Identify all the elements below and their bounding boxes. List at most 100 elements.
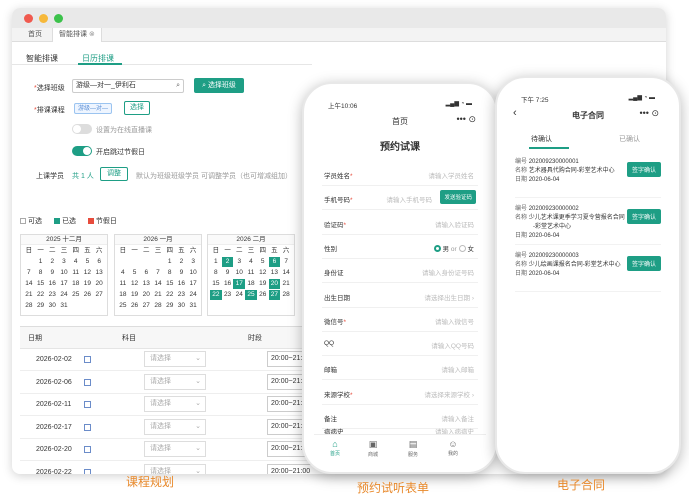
calendar-day[interactable]: 1 <box>164 257 176 267</box>
calendar-day[interactable]: 16 <box>176 279 188 289</box>
calendar-day[interactable]: 31 <box>187 301 199 311</box>
calendar-icon[interactable] <box>84 423 91 431</box>
calendar-day[interactable]: 18 <box>70 279 82 289</box>
calendar-day[interactable]: 8 <box>164 268 176 278</box>
maximize-window-button[interactable] <box>54 14 63 23</box>
calendar-day[interactable]: 20 <box>93 279 105 289</box>
subject-select[interactable]: 请选择 ⌄ <box>144 418 206 435</box>
calendar-day[interactable]: 31 <box>58 301 70 311</box>
calendar-day[interactable]: 25 <box>70 290 82 300</box>
calendar-day[interactable]: 10 <box>58 268 70 278</box>
calendar-day[interactable]: 17 <box>58 279 70 289</box>
calendar-day[interactable]: 12 <box>129 279 141 289</box>
calendar-icon[interactable] <box>84 401 91 408</box>
calendar-day[interactable]: 25 <box>245 290 257 300</box>
calendar-day[interactable]: 29 <box>35 301 47 311</box>
calendar-day[interactable]: 2 <box>46 257 58 267</box>
calendar-day[interactable]: 1 <box>210 257 222 267</box>
calendar-day[interactable]: 17 <box>187 279 199 289</box>
sign-confirm-button[interactable]: 签字确认 <box>626 209 661 224</box>
calendar-icon[interactable] <box>84 356 91 363</box>
calendar-day[interactable]: 16 <box>222 279 234 289</box>
sign-confirm-button[interactable]: 签字确认 <box>626 162 661 177</box>
tab-confirmed[interactable]: 已确认 <box>619 134 640 144</box>
class-input[interactable]: 游级—对一_伊利石 ⌕ <box>72 79 184 93</box>
calendar-day[interactable]: 20 <box>268 279 281 289</box>
calendar-day[interactable]: 23 <box>222 290 234 300</box>
subject-select[interactable]: 请选择 ⌄ <box>144 441 206 457</box>
calendar-day[interactable]: 19 <box>257 279 269 289</box>
calendar-day[interactable]: 12 <box>257 268 269 278</box>
calendar-day[interactable]: 4 <box>245 257 257 267</box>
calendar-day[interactable]: 28 <box>280 290 292 300</box>
calendar-day[interactable]: 22 <box>35 290 47 300</box>
radio-male[interactable] <box>433 244 441 252</box>
calendar-icon[interactable] <box>84 468 91 474</box>
send-code-button[interactable]: 发送验证码 <box>440 190 476 205</box>
calendar-icon[interactable] <box>84 378 91 386</box>
calendar-day[interactable]: 22 <box>164 290 176 300</box>
calendar-day[interactable]: 24 <box>233 290 245 300</box>
calendar-day[interactable]: 27 <box>93 290 105 300</box>
calendar-day[interactable]: 11 <box>70 268 82 278</box>
calendar-day[interactable]: 2 <box>176 257 188 267</box>
calendar-day[interactable]: 16 <box>46 279 58 289</box>
calendar-day[interactable]: 13 <box>93 268 105 278</box>
nav-mall[interactable]: ▣ 商城 <box>358 439 388 458</box>
skip-holiday-toggle[interactable] <box>72 146 92 156</box>
close-tab-icon[interactable]: ⊗ <box>89 31 95 38</box>
more-menu-icon[interactable]: ••• ⊙ <box>640 108 660 119</box>
calendar-day[interactable]: 15 <box>210 279 222 289</box>
calendar-day[interactable]: 11 <box>117 279 129 289</box>
calendar-day[interactable]: 22 <box>210 290 222 300</box>
calendar-day[interactable]: 25 <box>117 301 129 311</box>
calendar-day[interactable]: 6 <box>93 257 105 267</box>
nav-home[interactable]: ⌂ 首页 <box>320 439 350 457</box>
tab-pending[interactable]: 待确认 <box>531 134 552 144</box>
field-input[interactable]: 请输入邮箱 <box>442 364 475 374</box>
field-input[interactable]: 请输入手机号码 <box>387 194 433 204</box>
subject-select[interactable]: 请选择 ⌄ <box>144 351 206 367</box>
calendar-day[interactable]: 9 <box>176 268 188 278</box>
nav-service[interactable]: ▤ 服务 <box>398 439 428 458</box>
adjust-students-button[interactable]: 调整 <box>100 167 128 181</box>
calendar-day[interactable]: 5 <box>129 268 141 278</box>
course-tag[interactable]: 游级—对— <box>74 103 113 114</box>
calendar-day[interactable]: 8 <box>35 268 47 278</box>
field-input[interactable]: 请输入验证码 <box>435 219 474 229</box>
calendar-day[interactable]: 10 <box>233 268 245 278</box>
calendar-day[interactable]: 28 <box>23 301 35 311</box>
calendar-day[interactable]: 15 <box>35 279 47 289</box>
calendar-day[interactable]: 14 <box>152 279 164 289</box>
calendar-day[interactable]: 24 <box>58 290 70 300</box>
calendar-day[interactable]: 9 <box>222 268 234 278</box>
calendar-day[interactable]: 5 <box>257 257 269 267</box>
calendar-day[interactable]: 30 <box>46 301 58 311</box>
calendar-day[interactable]: 8 <box>210 268 222 278</box>
calendar-day[interactable]: 5 <box>82 257 94 267</box>
field-input[interactable]: 请输入身份证号码 <box>422 267 474 277</box>
calendar-day[interactable]: 2 <box>221 257 234 267</box>
calendar-day[interactable]: 14 <box>23 279 35 289</box>
field-input[interactable]: 请输入QQ号码 <box>431 340 474 350</box>
calendar-day[interactable]: 21 <box>280 279 292 289</box>
select-class-button[interactable]: ⌕ 选择班级 <box>194 78 244 93</box>
calendar-day[interactable]: 13 <box>140 279 152 289</box>
more-menu-icon[interactable]: ••• ⊙ <box>457 114 477 125</box>
calendar-day[interactable]: 4 <box>117 268 129 278</box>
sign-confirm-button[interactable]: 签字确认 <box>626 256 661 271</box>
calendar-day[interactable]: 26 <box>82 290 94 300</box>
calendar-day[interactable]: 17 <box>233 279 246 289</box>
calendar-day[interactable]: 7 <box>23 268 35 278</box>
calendar-day[interactable]: 30 <box>176 301 188 311</box>
close-window-button[interactable] <box>24 14 33 23</box>
calendar-day[interactable]: 27 <box>140 301 152 311</box>
calendar-day[interactable]: 24 <box>187 290 199 300</box>
calendar-day[interactable]: 28 <box>152 301 164 311</box>
field-input[interactable]: 请输入微信号 <box>435 316 474 326</box>
calendar-day[interactable]: 14 <box>280 268 292 278</box>
radio-female[interactable] <box>458 244 466 252</box>
calendar-day[interactable]: 3 <box>58 257 70 267</box>
calendar-day[interactable]: 1 <box>35 257 47 267</box>
calendar-day[interactable]: 13 <box>269 268 281 278</box>
